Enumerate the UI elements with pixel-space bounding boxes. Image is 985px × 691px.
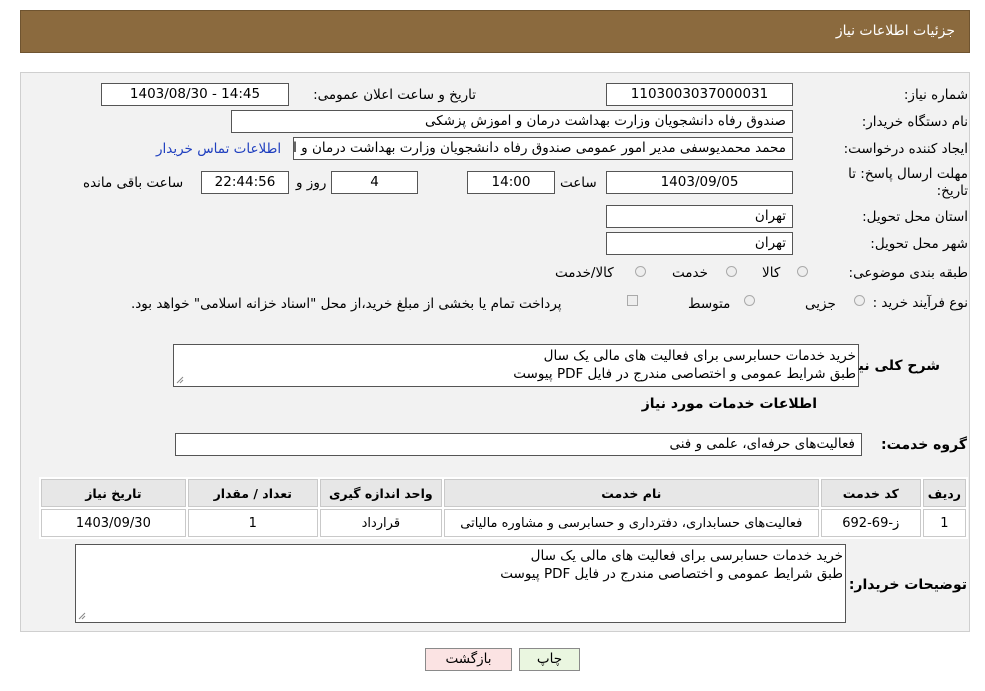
creator-label: ایجاد کننده درخواست: [843,141,968,157]
buyer-notes-line-2: طبق شرایط عمومی و اختصاصی مندرج در فایل … [500,566,843,582]
services-section-title: اطلاعات خدمات مورد نیاز [641,396,817,412]
col-header-name: نام خدمت [443,479,819,507]
category-both-radio[interactable] [635,266,646,277]
cell-row-number: 1 [922,509,966,537]
summary-line-1: خرید خدمات حسابرسی برای فعالیت های مالی … [543,348,856,364]
deadline-label-date: تاریخ: [936,183,968,199]
col-header-date: تاریخ نیاز [41,479,186,507]
service-group-field: فعالیت‌های حرفه‌ای، علمی و فنی [175,433,862,456]
need-number-field: 1103003037000031 [606,83,793,106]
payment-note: پرداخت تمام یا بخشی از مبلغ خرید،از محل … [131,296,562,312]
services-table: ردیف کد خدمت نام خدمت واحد اندازه گیری ت… [39,477,968,539]
creator-field: محمد محمدیوسفی مدیر امور عمومی صندوق رفا… [293,137,793,160]
cell-unit: قرارداد [319,509,442,537]
province-label: استان محل تحویل: [862,209,968,225]
buyer-org-label: نام دستگاه خریدار: [861,114,968,130]
cell-service-name: فعالیت‌های حسابداری، دفترداری و حسابرسی … [443,509,819,537]
deadline-label: مهلت ارسال پاسخ: تا [848,166,968,182]
col-header-row: ردیف [922,479,966,507]
category-service-radio[interactable] [726,266,737,277]
city-field: تهران [606,232,793,255]
remaining-time-field: 22:44:56 [201,171,289,194]
page-header: جزئیات اطلاعات نیاز [20,10,970,53]
deadline-time-field: 14:00 [467,171,555,194]
col-header-qty: تعداد / مقدار [187,479,318,507]
category-label: طبقه بندی موضوعی: [848,265,968,281]
purchase-minor-radio[interactable] [854,295,865,306]
col-header-unit: واحد اندازه گیری [319,479,442,507]
deadline-date-field: 1403/09/05 [606,171,793,194]
buyer-notes-textarea[interactable]: خرید خدمات حسابرسی برای فعالیت های مالی … [75,544,846,623]
city-label: شهر محل تحویل: [870,236,968,252]
resize-grip-icon[interactable] [78,612,86,620]
summary-textarea[interactable]: خرید خدمات حسابرسی برای فعالیت های مالی … [173,344,859,387]
buyer-notes-label: توضیحات خریدار: [848,577,967,593]
announce-field: 1403/08/30 - 14:45 [101,83,289,106]
print-button[interactable]: چاپ [519,648,580,671]
back-button[interactable]: بازگشت [425,648,512,671]
resize-grip-icon[interactable] [176,376,184,384]
page-title: جزئیات اطلاعات نیاز [835,23,955,39]
purchase-minor-label: جزیی [805,296,836,312]
cell-service-code: ز-69-692 [820,509,921,537]
summary-line-2: طبق شرایط عمومی و اختصاصی مندرج در فایل … [513,366,856,382]
cell-quantity: 1 [187,509,318,537]
province-field: تهران [606,205,793,228]
category-both-label: کالا/خدمت [555,265,614,281]
need-number-label: شماره نیاز: [903,87,968,103]
purchase-medium-label: متوسط [688,296,731,312]
announce-label: تاریخ و ساعت اعلان عمومی: [313,87,476,103]
contact-info-link[interactable]: اطلاعات تماس خریدار [156,141,281,157]
buyer-notes-line-1: خرید خدمات حسابرسی برای فعالیت های مالی … [530,548,843,564]
category-goods-radio[interactable] [797,266,808,277]
remaining-label: ساعت باقی مانده [83,175,184,191]
category-service-label: خدمت [672,265,708,281]
days-label: روز و [296,175,327,191]
buyer-org-field: صندوق رفاه دانشجویان وزارت بهداشت درمان … [231,110,793,133]
purchase-medium-radio[interactable] [744,295,755,306]
treasury-checkbox[interactable] [627,295,638,306]
col-header-code: کد خدمت [820,479,921,507]
table-header-row: ردیف کد خدمت نام خدمت واحد اندازه گیری ت… [41,479,966,507]
table-row: 1 ز-69-692 فعالیت‌های حسابداری، دفترداری… [41,509,966,537]
cell-need-date: 1403/09/30 [41,509,186,537]
purchase-type-label: نوع فرآیند خرید : [872,295,968,311]
category-goods-label: کالا [762,265,781,281]
service-group-label: گروه خدمت: [881,437,967,453]
days-field: 4 [331,171,418,194]
deadline-time-label: ساعت [560,175,597,191]
